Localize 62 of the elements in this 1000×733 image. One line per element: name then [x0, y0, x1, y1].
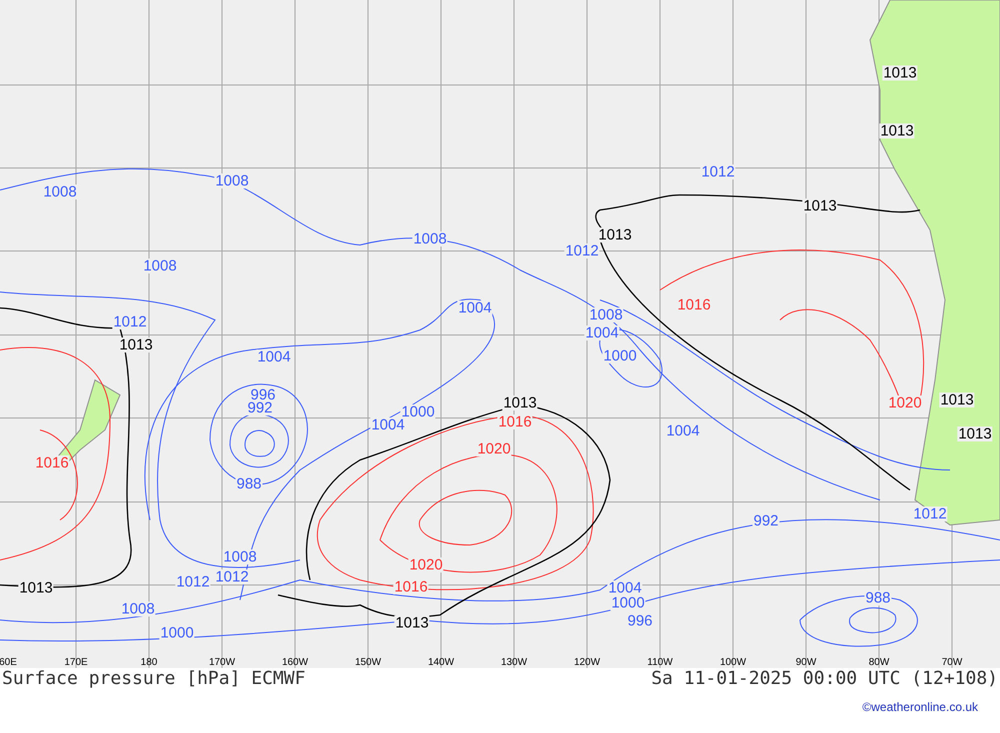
- isobar-label: 1016: [497, 414, 533, 430]
- longitude-label: 170W: [208, 658, 236, 668]
- isobar-label: 1004: [370, 418, 406, 432]
- isobar-label: 1020: [887, 396, 923, 410]
- isobar-label: 988: [864, 590, 892, 606]
- isobar-label: 1013: [394, 616, 430, 630]
- isobar-label: 1000: [400, 404, 436, 420]
- longitude-label: 150W: [354, 658, 382, 668]
- longitude-label: 80W: [868, 658, 890, 668]
- isobar-label: 1004: [457, 300, 493, 316]
- isobar-label: 1004: [665, 424, 701, 438]
- isobar-label: 1020: [408, 558, 444, 572]
- isobar-label: 992: [752, 514, 780, 528]
- isobar-label: 1013: [939, 392, 975, 408]
- isobar-label: 1008: [588, 308, 624, 322]
- isobar-label: 1013: [957, 426, 993, 442]
- isobar-label: 1004: [607, 580, 643, 596]
- credit-link[interactable]: ©weatheronline.co.uk: [862, 698, 978, 716]
- isobar-label: 1013: [502, 396, 538, 410]
- longitude-label: 70W: [942, 658, 962, 668]
- isobar-label: 1008: [42, 184, 78, 200]
- isobar-label: 1012: [912, 506, 948, 522]
- isobar-label: 1012: [214, 570, 250, 584]
- longitude-label: 180: [140, 658, 158, 668]
- isobar-label: 996: [626, 614, 654, 628]
- isobar-label: 1012: [700, 164, 736, 180]
- isobar-label: 1012: [175, 574, 211, 590]
- longitude-label: 160W: [282, 658, 308, 668]
- valid-time: Sa 11-01-2025 00:00 UTC (12+108): [651, 668, 998, 690]
- isobar-label: 1000: [610, 596, 646, 610]
- isobar-label: 1016: [393, 580, 429, 594]
- isobar-label: 1000: [602, 348, 638, 364]
- isobar-label: 1000: [159, 626, 195, 640]
- longitude-label: 140W: [428, 658, 454, 668]
- longitude-label: 170E: [64, 658, 88, 668]
- isobar-label: 1004: [584, 326, 620, 340]
- longitude-label: 120W: [574, 658, 600, 668]
- longitude-label: 90W: [796, 658, 816, 668]
- isobar-label: 1008: [222, 550, 258, 564]
- isobar-label: 1013: [118, 338, 154, 352]
- isobar-label: 1016: [34, 456, 70, 470]
- isobar-label: 1016: [676, 298, 712, 312]
- isobar-label: 1013: [802, 198, 838, 214]
- isobar-label: 1008: [142, 258, 178, 274]
- isobar-label: 1013: [597, 228, 633, 242]
- isobar-label: 1008: [120, 602, 156, 616]
- isobar-label: 1004: [256, 350, 292, 364]
- chart-title: Surface pressure [hPa] ECMWF: [2, 668, 306, 690]
- longitude-label: 60E: [0, 658, 17, 668]
- isobar-label: 1013: [882, 66, 918, 80]
- isobar-label: 1008: [214, 174, 250, 188]
- isobar-label: 1013: [18, 580, 54, 596]
- longitude-label: 130W: [500, 658, 528, 668]
- longitude-label: 100W: [720, 658, 746, 668]
- isobar-label: 1008: [412, 232, 448, 246]
- isobar-label: 1020: [476, 442, 512, 456]
- isobar-label: 992: [246, 400, 274, 416]
- isobar-label: 1012: [112, 314, 148, 330]
- isobar-label: 1012: [564, 244, 600, 258]
- longitude-label: 110W: [647, 658, 673, 668]
- isobar-label: 988: [235, 476, 263, 492]
- isobar-label: 1013: [879, 124, 915, 138]
